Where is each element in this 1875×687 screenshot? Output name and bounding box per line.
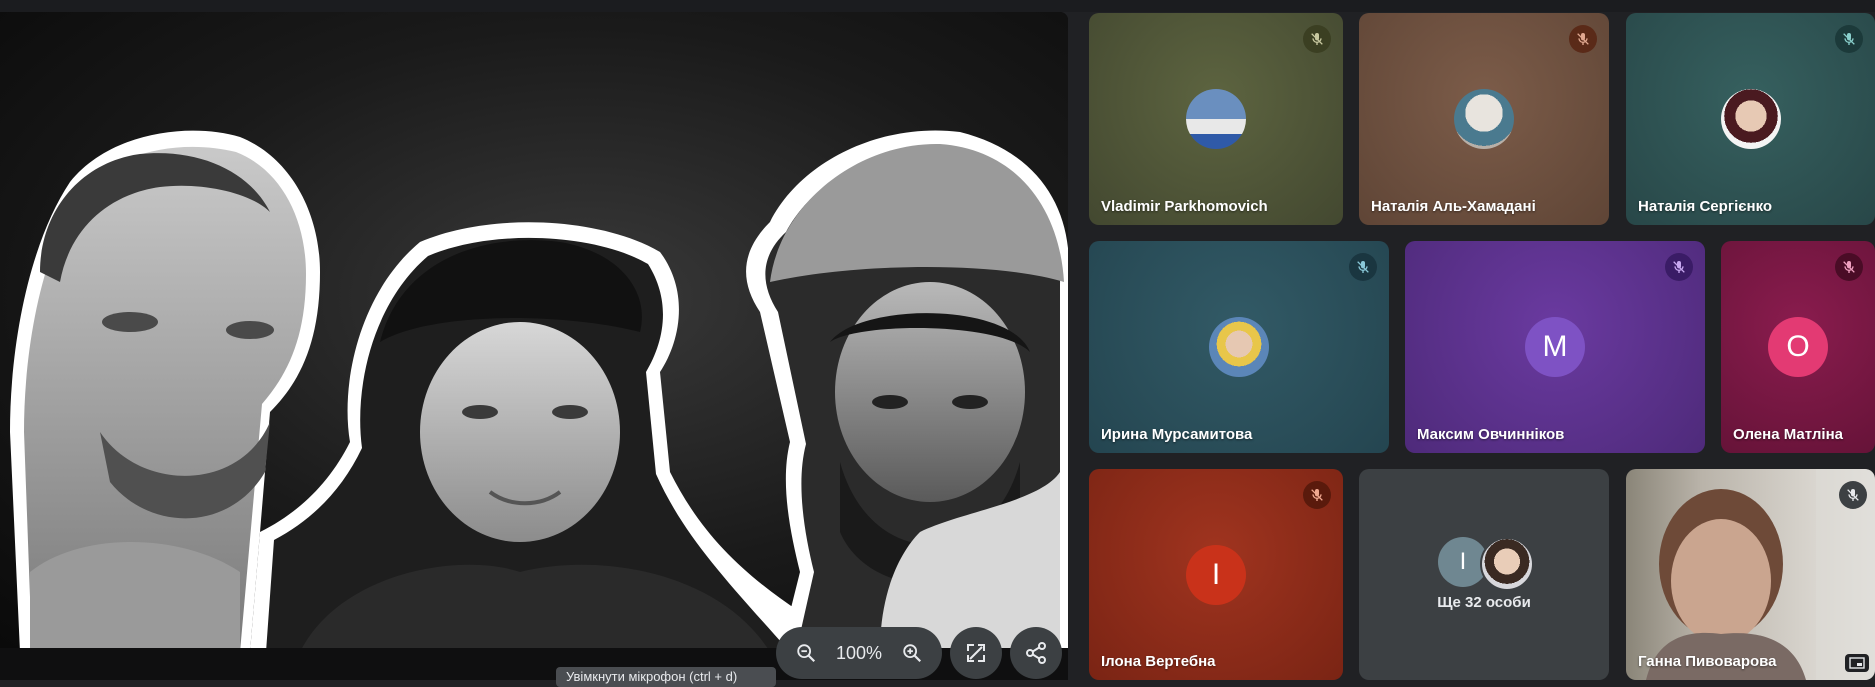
zoom-controls: 100% <box>776 626 1062 680</box>
slide-image <box>10 130 1068 648</box>
mic-off-icon <box>1569 25 1597 53</box>
mic-off-icon <box>1665 253 1693 281</box>
zoom-pill: 100% <box>776 627 942 679</box>
portrait-middle <box>250 222 818 648</box>
participant-name: Ілона Вертебна <box>1101 653 1216 670</box>
fullscreen-icon <box>967 644 985 662</box>
participant-name: Максим Овчинніков <box>1417 426 1565 443</box>
participant-video-tile[interactable]: Ганна Пивоварова <box>1626 469 1875 680</box>
top-bar <box>0 0 1875 12</box>
participant-tile[interactable]: Наталія Аль-Хамадані <box>1359 13 1609 225</box>
participant-tile[interactable]: Ирина Мурсамитова <box>1089 241 1389 453</box>
participant-name: Наталія Аль-Хамадані <box>1371 198 1536 215</box>
participant-name: Ганна Пивоварова <box>1638 653 1777 670</box>
participant-tile[interactable]: Vladimir Parkhomovich <box>1089 13 1343 225</box>
participant-tile[interactable]: M Максим Овчинніков <box>1405 241 1705 453</box>
picture-in-picture-icon[interactable] <box>1845 654 1869 672</box>
participant-name: Олена Матліна <box>1733 426 1843 443</box>
avatar: I <box>1186 545 1246 605</box>
mic-off-icon <box>1835 253 1863 281</box>
presentation-slide <box>0 12 1068 648</box>
avatar: M <box>1525 317 1585 377</box>
share-icon <box>1026 642 1046 664</box>
avatar <box>1721 89 1781 149</box>
zoom-level: 100% <box>835 642 883 663</box>
mic-tooltip: Увімкнути мікрофон (ctrl + d) <box>556 667 776 687</box>
avatar <box>1186 89 1246 149</box>
presentation-panel: 100% <box>0 12 1068 680</box>
portrait-right <box>746 130 1068 648</box>
zoom-out-icon[interactable] <box>786 633 826 673</box>
fullscreen-button[interactable] <box>950 627 1002 679</box>
share-button[interactable] <box>1010 627 1062 679</box>
participant-name: Vladimir Parkhomovich <box>1101 198 1268 215</box>
participant-tile[interactable]: O Олена Матліна <box>1721 241 1875 453</box>
zoom-in-icon[interactable] <box>892 633 932 673</box>
mic-off-icon <box>1349 253 1377 281</box>
more-people-label: Ще 32 особи <box>1437 594 1531 611</box>
video-feed <box>1646 469 1875 680</box>
mic-off-icon <box>1835 25 1863 53</box>
avatar <box>1454 89 1514 149</box>
mic-off-icon <box>1303 481 1331 509</box>
more-participants-tile[interactable]: I Ще 32 особи <box>1359 469 1609 680</box>
avatar <box>1480 537 1534 591</box>
participant-tile[interactable]: I Ілона Вертебна <box>1089 469 1343 680</box>
participant-tile[interactable]: Наталія Сергієнко <box>1626 13 1875 225</box>
avatar <box>1209 317 1269 377</box>
mic-off-icon <box>1839 481 1867 509</box>
participant-name: Ирина Мурсамитова <box>1101 426 1253 443</box>
avatar: O <box>1768 317 1828 377</box>
participant-name: Наталія Сергієнко <box>1638 198 1773 215</box>
mic-off-icon <box>1303 25 1331 53</box>
